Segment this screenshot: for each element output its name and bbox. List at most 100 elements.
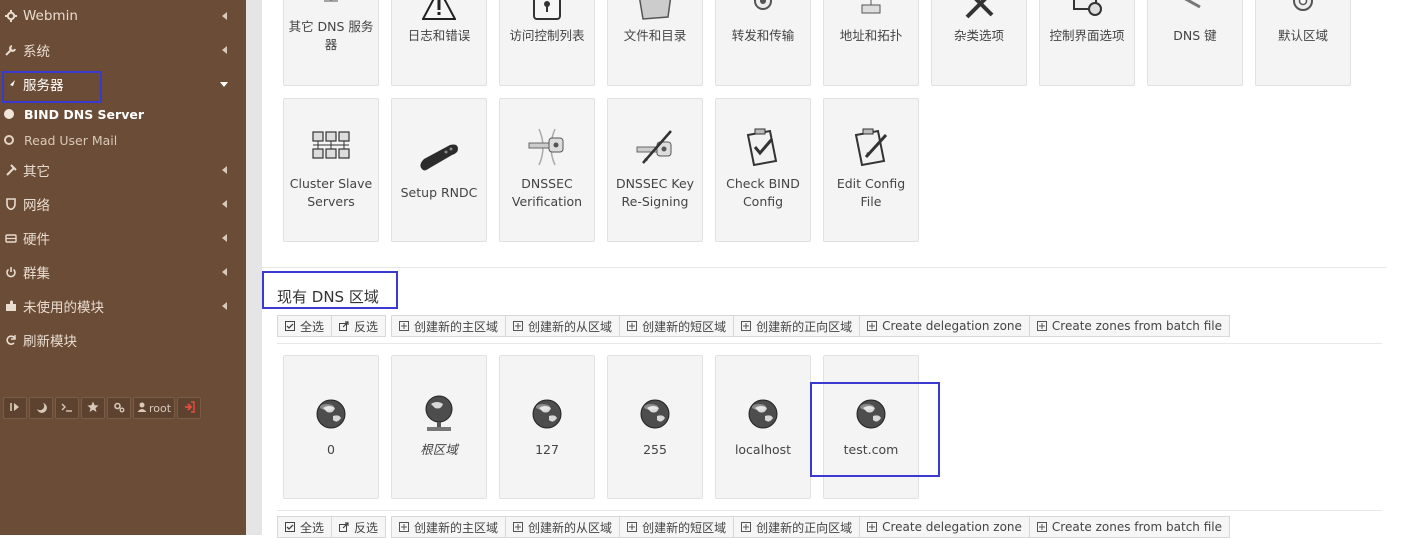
rocket-icon (4, 77, 18, 91)
tile-dnssec-verification[interactable]: DNSSEC Verification (499, 98, 595, 242)
caret-left-icon (220, 166, 228, 174)
globe-icon (315, 398, 347, 433)
sidebar-item-system[interactable]: 系统 (0, 35, 246, 65)
logout-icon (183, 400, 195, 416)
collapse-button[interactable] (3, 397, 27, 419)
folder-icon (635, 0, 675, 24)
tile-default-zones[interactable]: 默认区域 (1255, 0, 1351, 86)
user-button[interactable]: root (133, 397, 176, 419)
zone-tile-test-com[interactable]: test.com (823, 355, 919, 499)
tile-misc-options[interactable]: 杂类选项 (931, 0, 1027, 86)
tile-label: 地址和拓扑 (839, 28, 903, 43)
tile-access-control-lists[interactable]: 访问控制列表 (499, 0, 595, 86)
create-zones-batch-button[interactable]: Create zones from batch file (1028, 315, 1230, 337)
create-delegation-zone-button[interactable]: Create delegation zone (859, 315, 1030, 337)
tile-other-dns-servers[interactable]: 其它 DNS 服务器 (283, 0, 379, 86)
wrench-icon (4, 43, 18, 57)
sidebar-item-label: 其它 (23, 164, 50, 180)
sidebar-item-label: 刷新模块 (23, 334, 77, 350)
zones-section-title: 现有 DNS 区域 (277, 288, 379, 306)
select-all-button[interactable]: 全选 (277, 315, 333, 337)
sidebar-item-hardware[interactable]: 硬件 (0, 223, 246, 253)
caret-left-icon (220, 46, 228, 54)
share-icon (339, 321, 349, 331)
caret-left-icon (220, 302, 228, 310)
caret-left-icon (220, 12, 228, 20)
warning-icon (421, 0, 457, 24)
cogs-icon (113, 401, 125, 416)
tile-label: 其它 DNS 服务器 (288, 19, 374, 52)
sidebar-item-others[interactable]: 其它 (0, 155, 246, 185)
zone-tile[interactable]: 127 (499, 355, 595, 499)
sidebar-subitem-bind-dns[interactable]: BIND DNS Server (0, 102, 246, 126)
tile-dns-keys[interactable]: DNS 键 (1147, 0, 1243, 86)
tile-files-directories[interactable]: 文件和目录 (607, 0, 703, 86)
radio-filled-icon (4, 109, 14, 119)
sidebar-item-servers[interactable]: 服务器 (0, 69, 246, 99)
zone-label: 根区域 (420, 442, 458, 457)
globe-icon (639, 398, 671, 433)
tile-check-bind-config[interactable]: Check BIND Config (715, 98, 811, 242)
tile-label: Cluster Slave Servers (289, 176, 373, 209)
tile-setup-rndc[interactable]: Setup RNDC (391, 98, 487, 242)
tile-dnssec-key-resigning[interactable]: DNSSEC Key Re-Signing (607, 98, 703, 242)
gear-icon (1286, 0, 1320, 20)
tile-cluster-slave-servers[interactable]: Cluster Slave Servers (283, 98, 379, 242)
favorites-button[interactable] (81, 397, 105, 419)
sidebar-item-cluster[interactable]: 群集 (0, 257, 246, 287)
plus-square-icon (627, 321, 638, 331)
sidebar-item-unused-modules[interactable]: 未使用的模块 (0, 291, 246, 321)
power-icon (4, 265, 18, 279)
refresh-icon (4, 333, 18, 347)
network-icon (854, 0, 888, 24)
sidebar-item-network[interactable]: 网络 (0, 189, 246, 219)
invert-selection-button[interactable]: 反选 (331, 315, 387, 337)
tile-label: 控制界面选项 (1049, 28, 1125, 43)
create-stub-zone-button[interactable]: 创建新的短区域 (619, 315, 735, 337)
zone-tile[interactable]: 255 (607, 355, 703, 499)
create-forward-zone-button[interactable]: 创建新的正向区域 (733, 315, 861, 337)
button-label: 创建新的主区域 (414, 319, 499, 334)
logout-button[interactable] (177, 397, 202, 419)
sidebar-subitem-read-user-mail[interactable]: Read User Mail (0, 128, 246, 152)
tile-logs-errors[interactable]: 日志和错误 (391, 0, 487, 86)
tile-label: Edit Config File (836, 176, 906, 209)
sidebar-item-webmin[interactable]: Webmin (0, 1, 246, 31)
sidebar-item-label: 服务器 (23, 78, 64, 94)
plus-square-icon (513, 321, 524, 331)
zone-tile[interactable]: localhost (715, 355, 811, 499)
main-content: 其它 DNS 服务器 日志和错误 访问控制列表 文件和目录 转发和传输 地址和拓… (262, 0, 1405, 538)
tile-addresses-topology[interactable]: 地址和拓扑 (823, 0, 919, 86)
clipboard-check-icon (742, 127, 784, 172)
terminal-button[interactable] (55, 397, 79, 419)
button-label: 创建新的正向区域 (756, 319, 853, 334)
zone-tile-root[interactable]: 根区域 (391, 355, 487, 499)
create-master-zone-button[interactable]: 创建新的主区域 (391, 315, 507, 337)
plus-square-icon (627, 522, 638, 532)
button-label: 创建新的从区域 (528, 319, 613, 334)
night-mode-button[interactable] (29, 397, 53, 419)
zone-tile[interactable]: 0 (283, 355, 379, 499)
tile-label: 默认区域 (1277, 28, 1328, 43)
plus-square-icon (867, 321, 878, 331)
tile-edit-config-file[interactable]: Edit Config File (823, 98, 919, 242)
globe-icon (855, 398, 887, 433)
button-label: 创建新的主区域 (414, 520, 499, 535)
sidebar-item-label: 群集 (23, 266, 50, 282)
create-slave-zone-button[interactable]: 创建新的从区域 (505, 315, 621, 337)
sidebar-item-refresh-modules[interactable]: 刷新模块 (0, 325, 246, 355)
user-icon (137, 401, 149, 416)
button-label: 反选 (354, 520, 379, 535)
button-label: 反选 (354, 319, 379, 334)
clipboard-edit-icon (850, 127, 892, 172)
sidebar-item-label: 网络 (23, 198, 50, 214)
settings-button[interactable] (107, 397, 131, 419)
plus-square-icon (741, 321, 752, 331)
button-label: 创建新的正向区域 (756, 520, 853, 535)
tile-label: DNSSEC Verification (511, 176, 583, 209)
tile-label: DNS 键 (1173, 28, 1217, 43)
tile-control-interface-options[interactable]: 控制界面选项 (1039, 0, 1135, 86)
sidebar-scrollbar[interactable] (246, 0, 262, 535)
tile-forwarding-transfers[interactable]: 转发和传输 (715, 0, 811, 86)
tile-label: 转发和传输 (731, 28, 795, 43)
